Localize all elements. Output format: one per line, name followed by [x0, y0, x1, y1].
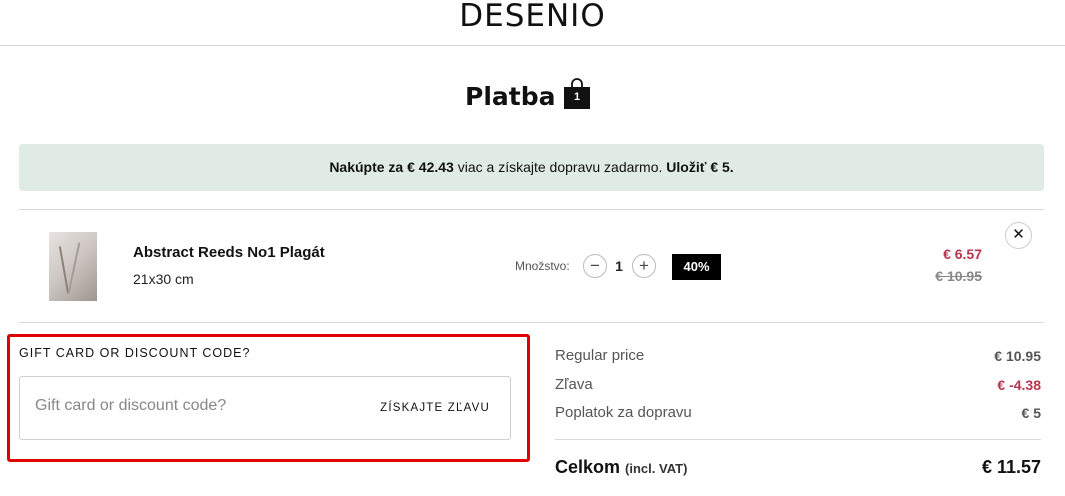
summary-value-discount: € -4.38: [997, 377, 1041, 393]
cart-count-badge: 1: [573, 91, 581, 103]
quantity-decrease-button[interactable]: −: [583, 254, 607, 278]
original-price: € 10.95: [935, 268, 982, 284]
minus-icon: −: [590, 256, 600, 275]
total-label-text: Celkom: [555, 457, 621, 477]
close-icon: ✕: [1012, 226, 1025, 243]
remove-item-button[interactable]: ✕: [1005, 222, 1032, 249]
sale-price: € 6.57: [943, 246, 982, 262]
divider: [19, 209, 1044, 210]
summary-value-shipping: € 5: [1021, 405, 1041, 421]
site-header: DESENIO: [0, 0, 1065, 46]
banner-amount: € 42.43: [407, 159, 454, 175]
gift-card-field: ZÍSKAJTE ZĽAVU: [19, 376, 511, 440]
banner-save: Uložiť € 5.: [666, 159, 734, 175]
apply-discount-button[interactable]: ZÍSKAJTE ZĽAVU: [380, 402, 490, 414]
gift-card-title: GIFT CARD OR DISCOUNT CODE?: [19, 346, 251, 360]
summary-label-shipping: Poplatok za dopravu: [555, 404, 692, 421]
total-value: € 11.57: [981, 457, 1041, 477]
product-size: 21x30 cm: [133, 271, 194, 287]
banner-text: viac a získajte dopravu zadarmo.: [457, 159, 663, 175]
divider: [19, 322, 1044, 323]
product-image[interactable]: [49, 232, 97, 301]
total-label: Celkom (incl. VAT): [555, 457, 687, 478]
desenio-logo[interactable]: DESENIO: [0, 0, 1065, 32]
quantity-increase-button[interactable]: +: [632, 254, 656, 278]
quantity-label: Množstvo:: [515, 259, 570, 273]
banner-prefix: Nakúpte za: [329, 159, 404, 175]
total-vat-note: (incl. VAT): [625, 461, 688, 476]
product-name[interactable]: Abstract Reeds No1 Plagát: [133, 244, 325, 261]
page-title: Platba: [465, 82, 556, 111]
summary-label-discount: Zľava: [555, 376, 593, 393]
summary-value-regular-price: € 10.95: [994, 348, 1041, 364]
summary-label-regular-price: Regular price: [555, 347, 645, 364]
checkout-title-row: Platba 1: [0, 78, 1065, 118]
quantity-value: 1: [615, 258, 623, 274]
divider: [555, 439, 1041, 440]
free-shipping-banner: Nakúpte za € 42.43 viac a získajte dopra…: [19, 144, 1044, 191]
discount-badge: 40%: [672, 254, 721, 280]
gift-card-input[interactable]: [35, 397, 355, 415]
plus-icon: +: [639, 256, 649, 275]
